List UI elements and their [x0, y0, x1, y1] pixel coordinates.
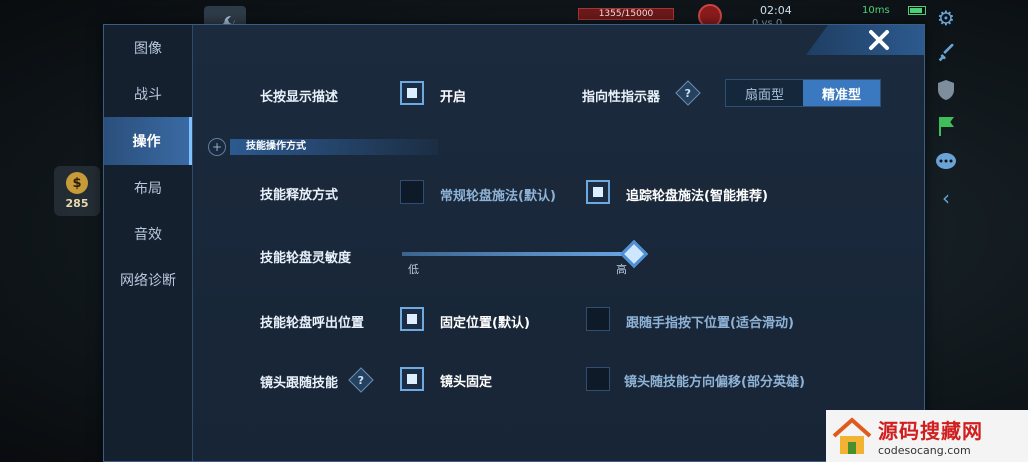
tab-label: 网络诊断: [120, 273, 176, 289]
tab-label: 布局: [134, 181, 162, 197]
cast-mode-normal-option: 常规轮盘施法(默认): [440, 189, 556, 204]
cast-mode-label: 技能释放方式: [260, 188, 339, 203]
settings-panel: 图像 战斗 操作 布局 音效 网络诊断 长按显示描述 开启 指向性指示器 ? 扇…: [103, 24, 925, 462]
enemy-hp-bar: 1355/15000: [578, 8, 674, 20]
battery-icon: [908, 6, 926, 15]
slider-min-label: 低: [408, 263, 419, 276]
section-icon: +: [208, 138, 226, 156]
chevron-left-icon[interactable]: ‹: [932, 184, 960, 212]
section-title: 技能操作方式: [246, 141, 306, 152]
wheel-position-follow-option: 跟随手指按下位置(适合滑动): [626, 316, 794, 331]
house-logo-icon: [826, 410, 878, 462]
indicator-toggle: 扇面型 精准型: [725, 79, 881, 107]
gear-icon[interactable]: ⚙: [932, 4, 960, 32]
shield-icon[interactable]: [932, 76, 960, 104]
tab-sound[interactable]: 音效: [104, 211, 192, 257]
tab-label: 战斗: [134, 87, 162, 103]
sensitivity-label: 技能轮盘灵敏度: [260, 251, 352, 266]
indicator-precise-button[interactable]: 精准型: [803, 80, 880, 106]
gold-coin-icon: $: [66, 172, 88, 194]
gold-counter: $ 285: [54, 166, 100, 216]
watermark: 源码搜藏网 codesocang.com: [826, 410, 1028, 462]
tab-combat[interactable]: 战斗: [104, 71, 192, 117]
tab-label: 图像: [134, 41, 162, 57]
long-press-option: 开启: [440, 90, 467, 105]
camera-offset-option: 镜头随技能方向偏移(部分英雄): [624, 375, 805, 390]
wheel-position-fixed-checkbox[interactable]: [400, 307, 424, 331]
game-clock: 02:04: [760, 4, 792, 17]
help-icon[interactable]: ?: [675, 80, 701, 106]
cast-mode-normal-checkbox[interactable]: [400, 180, 424, 204]
watermark-title: 源码搜藏网: [878, 419, 983, 443]
tab-image[interactable]: 图像: [104, 25, 192, 71]
watermark-url: codesocang.com: [878, 444, 971, 457]
camera-follow-label: 镜头跟随技能: [260, 376, 339, 391]
help-icon[interactable]: ?: [348, 367, 374, 393]
camera-offset-checkbox[interactable]: [586, 367, 610, 391]
sword-icon[interactable]: [932, 40, 960, 68]
tab-controls[interactable]: 操作: [104, 117, 192, 165]
tab-label: 音效: [134, 227, 162, 243]
long-press-label: 长按显示描述: [260, 90, 339, 105]
ping-readout: 10ms: [862, 5, 890, 16]
slider-max-label: 高: [616, 263, 627, 276]
flag-icon[interactable]: [932, 112, 960, 140]
indicator-label: 指向性指示器: [582, 90, 661, 105]
hp-text: 1355/15000: [598, 9, 654, 19]
wheel-position-follow-checkbox[interactable]: [586, 307, 610, 331]
settings-content: 长按显示描述 开启 指向性指示器 ? 扇面型 精准型 + 技能操作方式 技能释放…: [194, 25, 924, 461]
settings-sidebar: 图像 战斗 操作 布局 音效 网络诊断: [104, 25, 193, 461]
long-press-checkbox[interactable]: [400, 81, 424, 105]
wheel-position-fixed-option: 固定位置(默认): [440, 316, 530, 331]
indicator-fan-button[interactable]: 扇面型: [726, 80, 803, 106]
gold-value: 285: [65, 197, 89, 210]
cast-mode-tracking-option: 追踪轮盘施法(智能推荐): [626, 189, 768, 204]
tab-layout[interactable]: 布局: [104, 165, 192, 211]
cast-mode-tracking-checkbox[interactable]: [586, 180, 610, 204]
tab-label: 操作: [132, 134, 161, 150]
wheel-position-label: 技能轮盘呼出位置: [260, 316, 365, 331]
tab-network-diagnosis[interactable]: 网络诊断: [104, 257, 192, 303]
chat-icon[interactable]: [932, 148, 960, 176]
camera-fixed-checkbox[interactable]: [400, 367, 424, 391]
sensitivity-slider-track[interactable]: [402, 252, 634, 256]
camera-fixed-option: 镜头固定: [440, 375, 493, 390]
right-rail: ⚙ ‹: [926, 4, 966, 212]
